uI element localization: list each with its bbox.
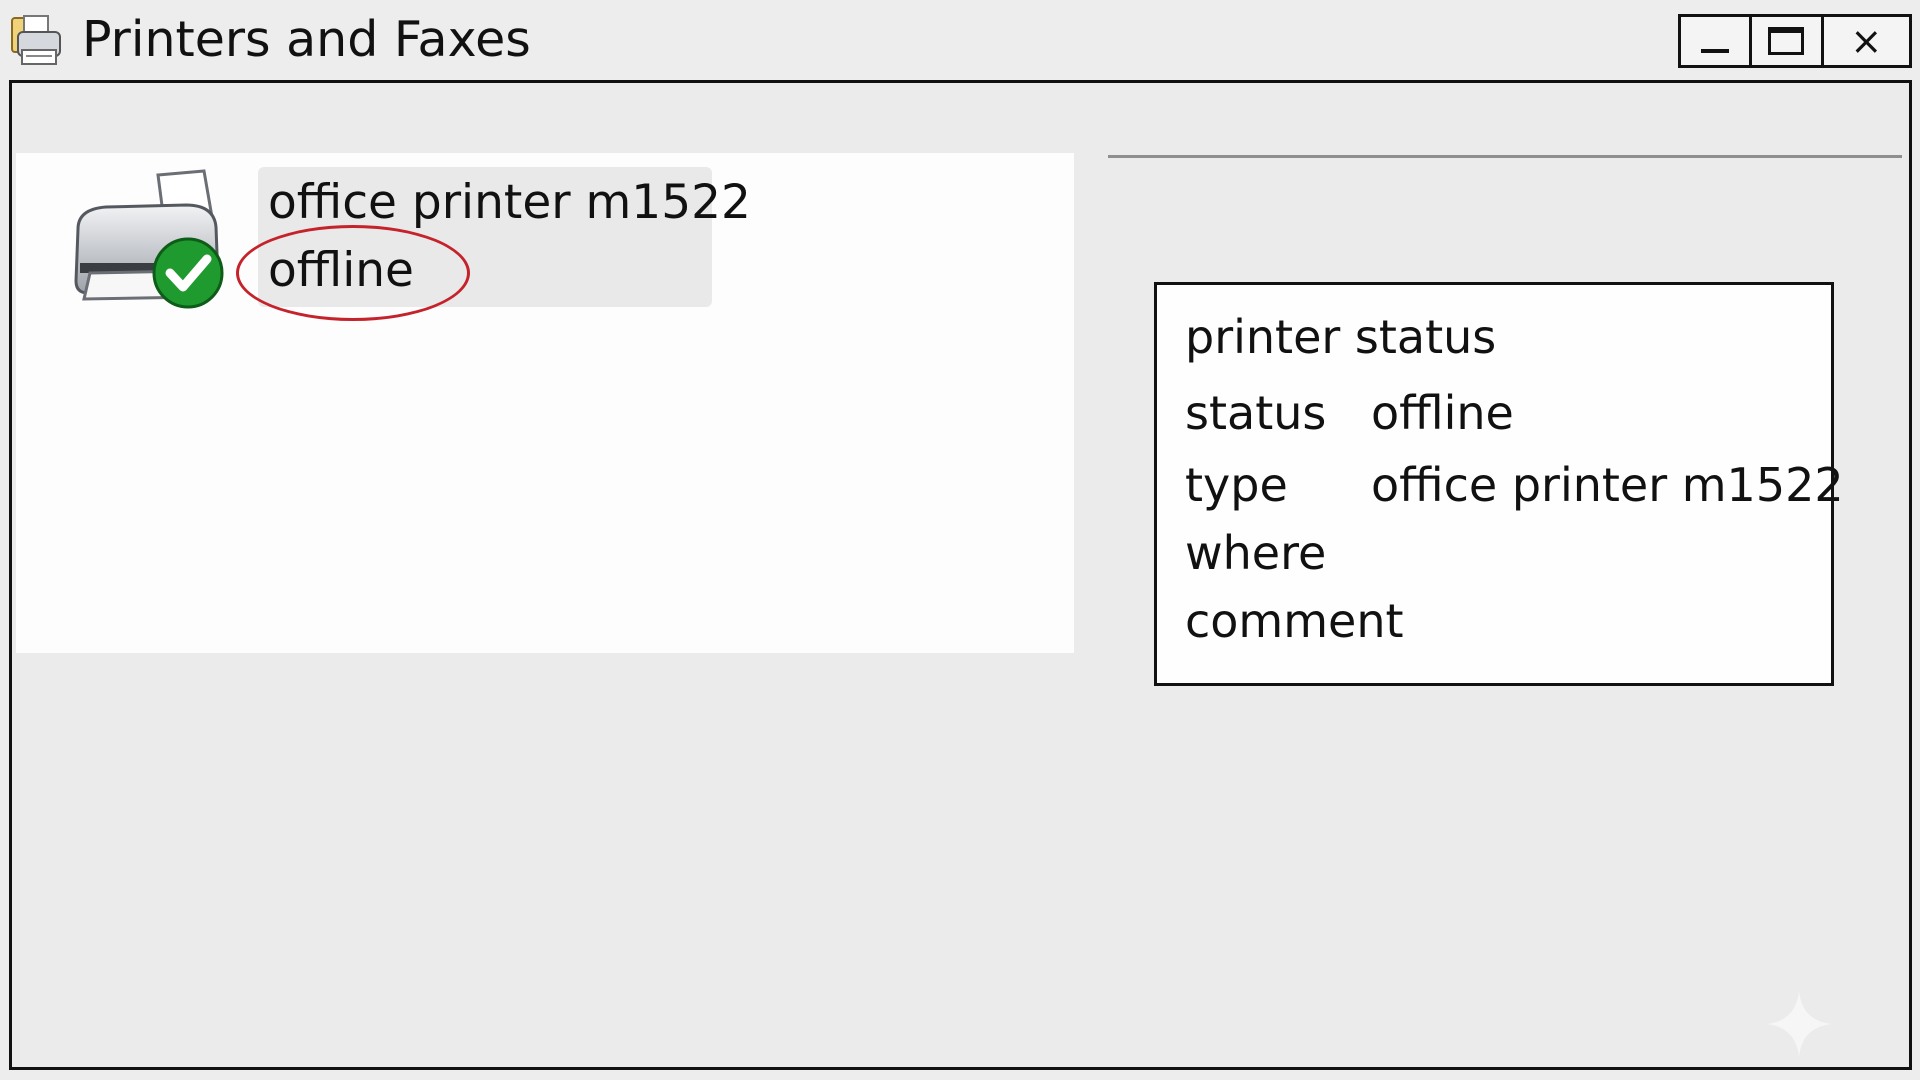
title-bar[interactable]: Printers and Faxes × (0, 0, 1920, 80)
default-check-icon (152, 237, 224, 309)
separator-line (1108, 155, 1902, 158)
close-button[interactable]: × (1824, 17, 1909, 65)
maximize-icon (1768, 27, 1805, 55)
printer-name: office printer m1522 (268, 175, 751, 230)
window-controls: × (1678, 14, 1912, 68)
status-annotation-circle (236, 225, 470, 321)
maximize-button[interactable] (1752, 17, 1824, 65)
printer-list-item[interactable]: office printer m1522 offline (66, 167, 751, 321)
detail-label: status (1185, 386, 1327, 440)
sparkle-icon (1766, 991, 1832, 1057)
printer-list[interactable]: office printer m1522 offline (16, 153, 1074, 653)
minimize-button[interactable] (1681, 17, 1753, 65)
detail-label: where (1185, 526, 1327, 580)
window-title: Printers and Faxes (82, 11, 531, 68)
detail-value: office printer m1522 (1371, 458, 1844, 512)
minimize-icon (1701, 49, 1730, 53)
close-icon: × (1850, 19, 1883, 63)
detail-label: type (1185, 458, 1288, 512)
panel-title: printer status (1185, 310, 1497, 364)
printer-status-panel: printer status status offline type offic… (1154, 282, 1844, 686)
detail-label: comment (1185, 594, 1404, 648)
detail-value: offline (1371, 386, 1514, 440)
printer-folder-icon (11, 15, 61, 65)
window-content: office printer m1522 offline printer sta… (9, 80, 1912, 1070)
